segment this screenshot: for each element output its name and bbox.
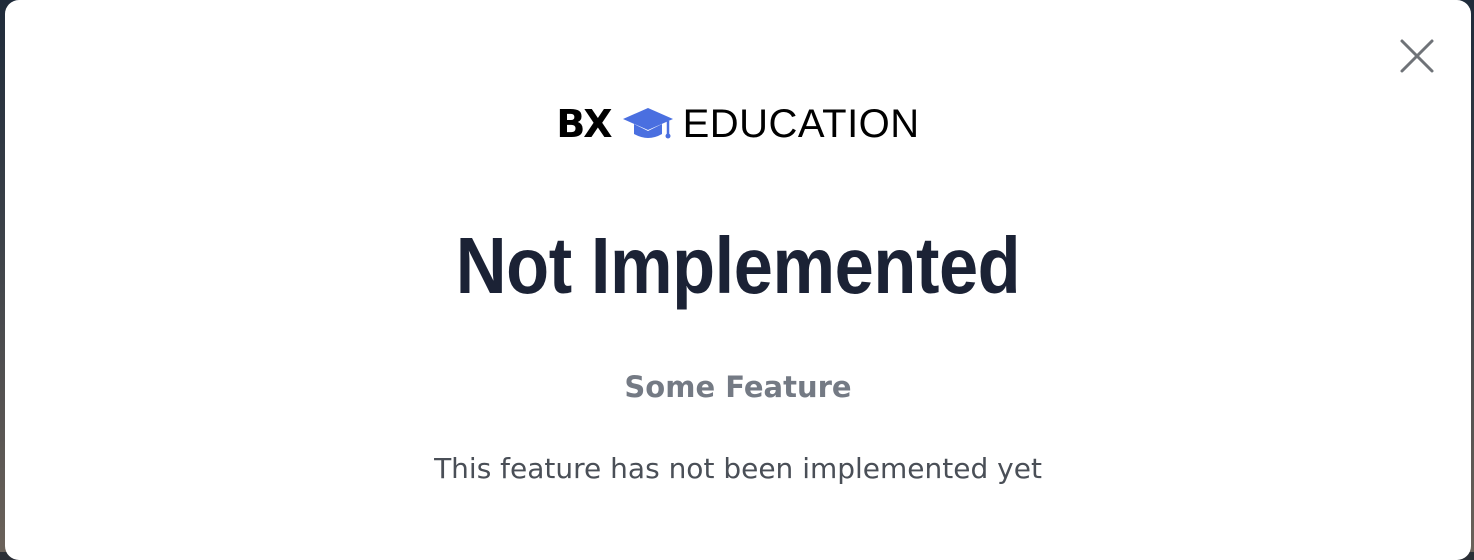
dialog-message: This feature has not been implemented ye… <box>434 452 1042 485</box>
close-icon <box>1400 39 1434 73</box>
not-implemented-dialog: BX EDUCATION Not Implemented Some Featur… <box>5 0 1471 560</box>
feature-name: Some Feature <box>624 370 852 404</box>
close-button[interactable] <box>1399 38 1435 74</box>
graduation-cap-icon <box>622 108 673 139</box>
brand-mark: BX <box>556 102 612 146</box>
brand-name: EDUCATION <box>682 102 920 146</box>
dialog-title: Not Implemented <box>455 221 1021 310</box>
brand-logo: BX EDUCATION <box>5 100 1471 148</box>
